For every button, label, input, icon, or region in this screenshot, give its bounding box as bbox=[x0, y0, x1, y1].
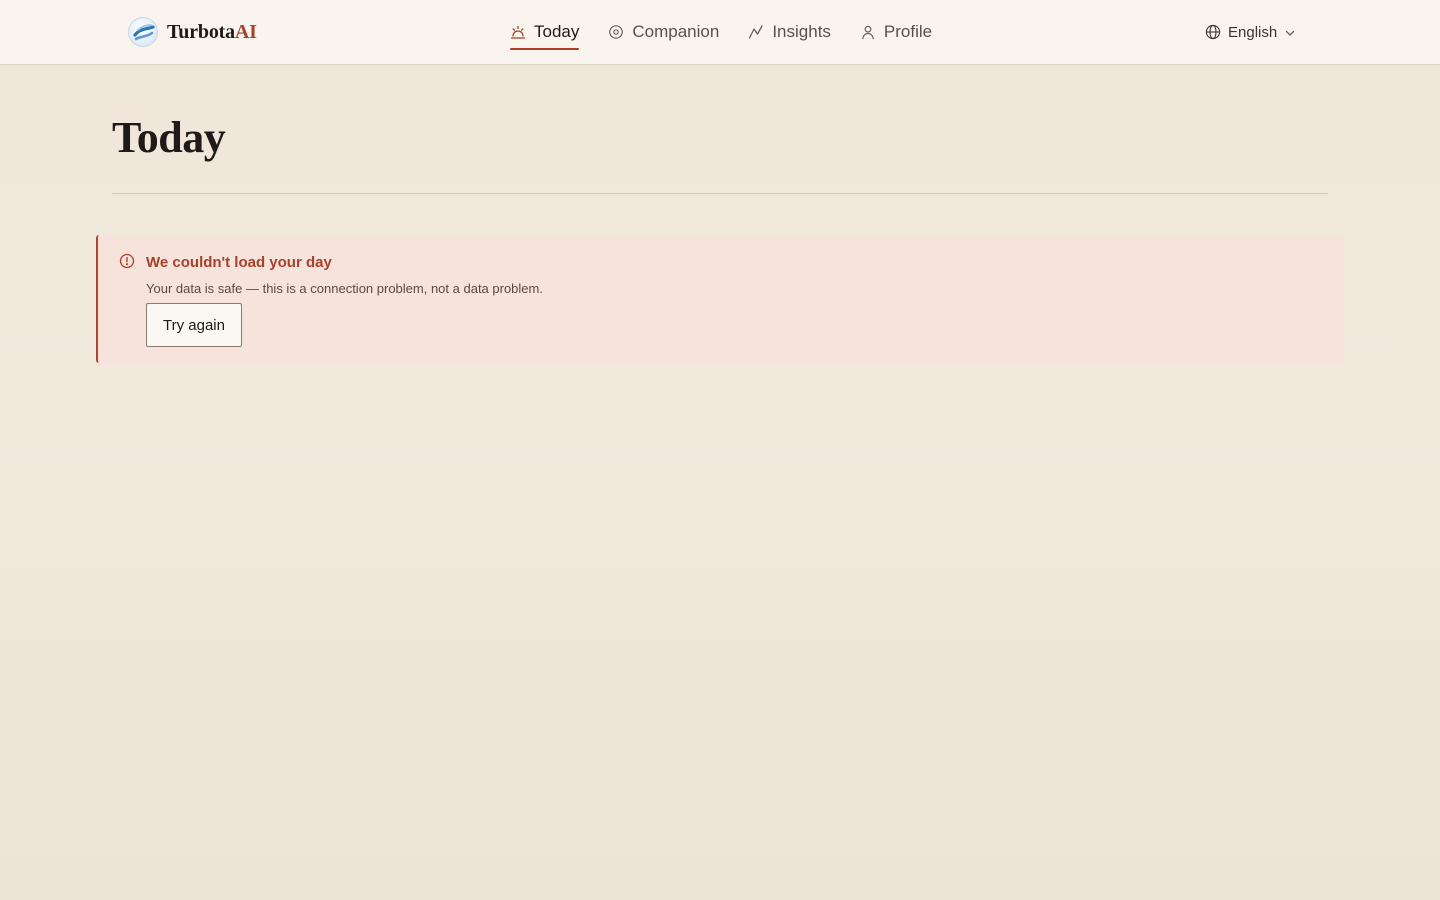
error-title: We couldn't load your day bbox=[146, 254, 332, 271]
main-nav: Today Companion Insights Profile bbox=[510, 14, 932, 50]
nav-item-insights[interactable]: Insights bbox=[748, 15, 831, 49]
nav-label-profile: Profile bbox=[883, 22, 933, 41]
title-divider bbox=[112, 193, 1328, 194]
nav-label-insights: Insights bbox=[772, 22, 831, 41]
turbota-logo-icon bbox=[128, 17, 158, 47]
nav-item-profile[interactable]: Profile bbox=[860, 15, 932, 49]
companion-icon bbox=[608, 24, 624, 40]
try-again-button[interactable]: Try again bbox=[146, 303, 242, 347]
globe-icon bbox=[1205, 24, 1221, 40]
insights-icon bbox=[748, 24, 764, 40]
alert-circle-icon bbox=[119, 253, 135, 269]
nav-item-today[interactable]: Today bbox=[510, 15, 580, 50]
nav-label-companion: Companion bbox=[632, 22, 720, 41]
error-alert: We couldn't load your day Your data is s… bbox=[96, 235, 1344, 363]
user-icon bbox=[860, 24, 876, 40]
language-selector[interactable]: English bbox=[1205, 20, 1296, 44]
error-message: Your data is safe — this is a connection… bbox=[146, 281, 543, 296]
sunrise-icon bbox=[510, 24, 526, 40]
nav-item-companion[interactable]: Companion bbox=[608, 15, 719, 49]
language-label: English bbox=[1228, 23, 1278, 41]
nav-label-today: Today bbox=[534, 22, 580, 41]
page-title: Today bbox=[112, 113, 226, 162]
top-header: TurbotaAI Today Companion Insights Profi… bbox=[0, 0, 1440, 65]
brand-name: TurbotaAI bbox=[167, 20, 257, 43]
chevron-down-icon bbox=[1284, 26, 1296, 38]
brand[interactable]: TurbotaAI bbox=[128, 16, 257, 48]
